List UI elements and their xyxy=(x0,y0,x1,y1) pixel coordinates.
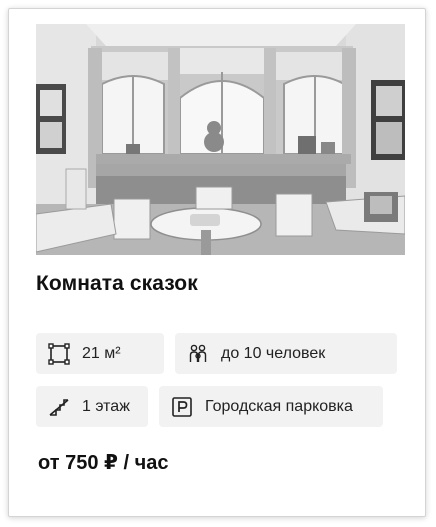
venue-title: Комната сказок xyxy=(36,272,198,295)
feature-floor: 1 этаж xyxy=(36,386,148,427)
venue-photo[interactable] xyxy=(36,24,405,255)
feature-capacity-label: до 10 человек xyxy=(221,344,326,362)
price: от 750 ₽ / час xyxy=(38,452,169,474)
feature-parking: Городская парковка xyxy=(159,386,383,427)
area-icon xyxy=(48,342,70,365)
feature-floor-label: 1 этаж xyxy=(82,397,130,415)
feature-capacity: до 10 человек xyxy=(175,333,397,374)
venue-card[interactable]: Комната сказок 21 м² до 10 человек 1 эта… xyxy=(8,8,426,517)
feature-parking-label: Городская парковка xyxy=(205,397,353,415)
feature-area-label: 21 м² xyxy=(82,344,121,362)
parking-icon xyxy=(171,396,193,418)
people-icon xyxy=(187,343,209,365)
stairs-icon xyxy=(48,396,70,418)
feature-area: 21 м² xyxy=(36,333,164,374)
